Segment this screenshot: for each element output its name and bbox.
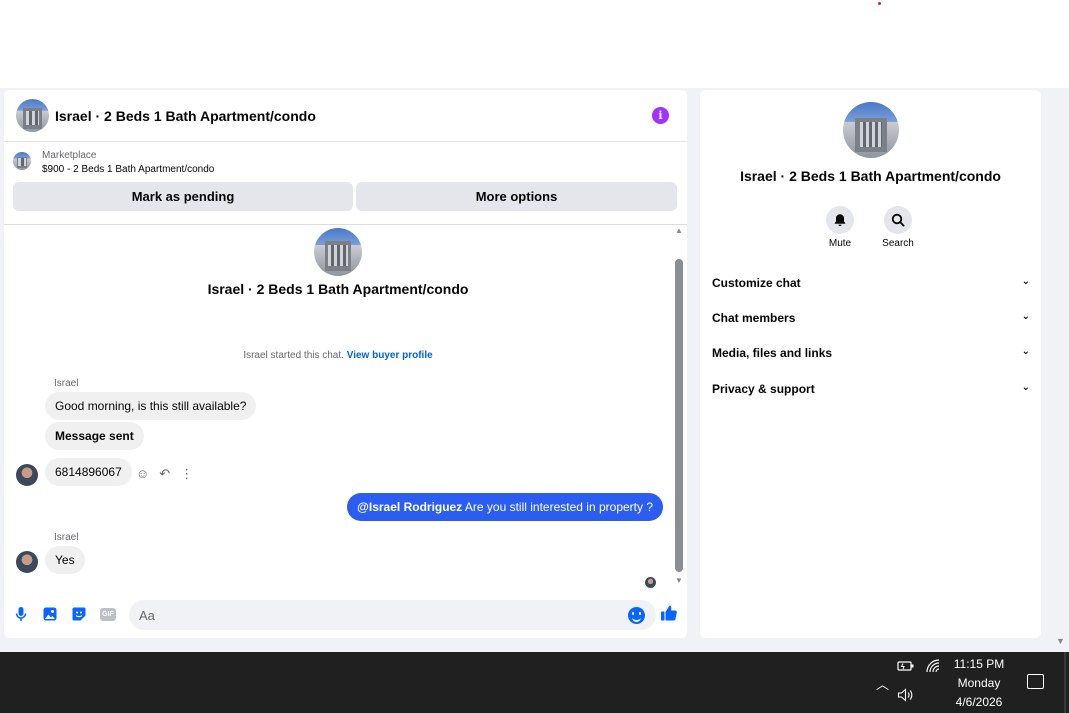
search-icon[interactable]: [884, 206, 912, 234]
incoming-message[interactable]: Yes: [45, 546, 85, 574]
conversation-info-panel: Israel · 2 Beds 1 Bath Apartment/condo M…: [700, 90, 1041, 638]
chevron-down-icon: ⌄: [1021, 382, 1030, 393]
battery-icon[interactable]: [897, 660, 915, 675]
section-label: Media, files and links: [712, 346, 833, 360]
sender-avatar[interactable]: [16, 551, 38, 573]
message-input[interactable]: [129, 600, 656, 630]
view-buyer-profile-link[interactable]: View buyer profile: [347, 350, 433, 361]
sticker-icon[interactable]: [71, 606, 87, 622]
chevron-down-icon: ⌄: [1021, 276, 1030, 287]
clock-date: 4/6/2026: [955, 695, 1003, 709]
chat-members-section[interactable]: Chat members ⌄: [712, 311, 1030, 331]
react-emoji-icon[interactable]: ☺: [136, 466, 149, 482]
outgoing-message[interactable]: @Israel Rodriguez Are you still interest…: [347, 493, 663, 521]
section-label: Chat members: [712, 311, 796, 325]
seen-indicator-avatar: [645, 577, 656, 588]
microphone-icon[interactable]: [13, 606, 29, 622]
image-icon[interactable]: [42, 606, 58, 622]
marketplace-listing-bar: Marketplace $900 - 2 Beds 1 Bath Apartme…: [4, 143, 687, 225]
more-actions-icon[interactable]: ⋮: [180, 466, 193, 482]
mark-as-pending-button[interactable]: Mark as pending: [13, 182, 353, 211]
clock-day: Monday: [957, 676, 1001, 690]
thumbs-up-icon[interactable]: [660, 604, 678, 627]
conversation-avatar[interactable]: [16, 99, 49, 132]
thread-intro-title: Israel · 2 Beds 1 Bath Apartment/condo: [207, 281, 469, 297]
chat-panel: Israel · 2 Beds 1 Bath Apartment/condo i…: [4, 90, 687, 638]
scrollbar-thumb[interactable]: [675, 259, 683, 572]
marketplace-label: Marketplace: [42, 150, 97, 161]
conversation-title[interactable]: Israel · 2 Beds 1 Bath Apartment/condo: [55, 108, 316, 124]
action-center-icon[interactable]: [1027, 674, 1044, 689]
mute-label: Mute: [828, 238, 852, 249]
message-sender: Israel: [54, 378, 79, 389]
emoji-icon[interactable]: [628, 607, 645, 624]
thread-scrollbar[interactable]: ▲ ▼: [673, 226, 685, 588]
gif-icon[interactable]: GIF: [100, 608, 116, 621]
mention[interactable]: @Israel Rodriguez: [357, 500, 462, 514]
info-panel-title: Israel · 2 Beds 1 Bath Apartment/condo: [740, 168, 1001, 184]
scroll-up-arrow-icon[interactable]: ▲: [675, 226, 683, 235]
reply-icon[interactable]: ↶: [159, 466, 170, 482]
sender-avatar[interactable]: [16, 464, 38, 486]
section-label: Privacy & support: [712, 382, 815, 396]
clock-time: 11:15 PM: [953, 657, 1005, 671]
message-sender: Israel: [54, 532, 79, 543]
more-options-button[interactable]: More options: [356, 182, 677, 211]
listing-title[interactable]: $900 - 2 Beds 1 Bath Apartment/condo: [42, 164, 214, 175]
search-button[interactable]: Search: [868, 206, 928, 249]
info-icon[interactable]: i: [652, 107, 669, 124]
windows-taskbar: ︿ 11:15 PM Monday 4/6/2026: [0, 652, 1069, 713]
message-thread: Israel · 2 Beds 1 Bath Apartment/condo I…: [4, 226, 687, 588]
chat-started-note: Israel started this chat. View buyer pro…: [4, 350, 672, 361]
mute-button[interactable]: Mute: [810, 206, 870, 249]
message-composer: GIF: [4, 598, 687, 632]
incoming-message[interactable]: 6814896067: [45, 458, 132, 486]
customize-chat-section[interactable]: Customize chat ⌄: [712, 276, 1030, 296]
scroll-down-arrow-icon[interactable]: ▼: [675, 576, 683, 585]
bell-icon[interactable]: [826, 206, 854, 234]
section-label: Customize chat: [712, 276, 801, 290]
browser-top-area: [0, 0, 1069, 88]
message-actions: ☺ ↶ ⋮: [136, 466, 193, 482]
page-scroll-down-icon[interactable]: ▼: [1056, 636, 1065, 646]
incoming-message[interactable]: Good morning, is this still available?: [45, 392, 257, 420]
taskbar-clock[interactable]: 11:15 PM Monday 4/6/2026: [940, 655, 1018, 712]
incoming-message[interactable]: Message sent: [45, 422, 144, 450]
listing-thumbnail[interactable]: [13, 152, 31, 170]
media-files-links-section[interactable]: Media, files and links ⌄: [712, 346, 1030, 366]
info-panel-avatar[interactable]: [843, 102, 899, 158]
privacy-support-section[interactable]: Privacy & support ⌄: [712, 382, 1030, 402]
chat-started-text: Israel started this chat.: [243, 350, 344, 361]
chevron-down-icon: ⌄: [1021, 346, 1030, 357]
show-desktop-button[interactable]: [1064, 652, 1066, 713]
network-icon[interactable]: [925, 658, 941, 677]
notification-dot: [878, 2, 881, 5]
volume-icon[interactable]: [897, 688, 915, 705]
chevron-down-icon: ⌄: [1021, 311, 1030, 322]
search-label: Search: [882, 238, 914, 249]
chat-header: Israel · 2 Beds 1 Bath Apartment/condo i: [4, 90, 687, 142]
show-hidden-icons-icon[interactable]: ︿: [876, 674, 889, 693]
outgoing-message-text: Are you still interested in property ?: [464, 500, 653, 514]
thread-intro-avatar: [314, 228, 362, 276]
